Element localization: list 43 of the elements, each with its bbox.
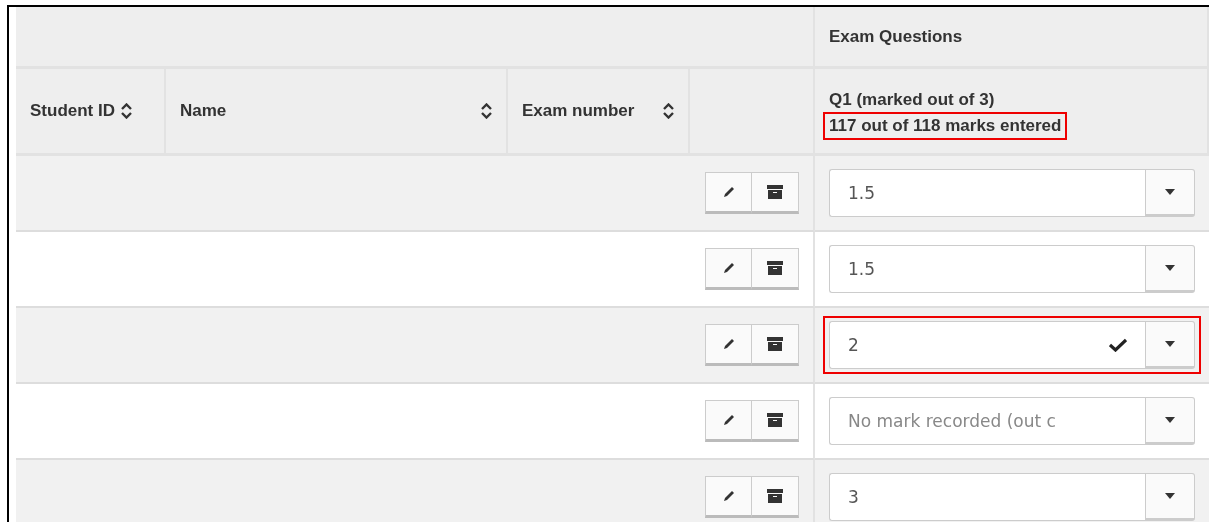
dropdown-button[interactable]	[1145, 169, 1195, 217]
archive-icon	[767, 337, 783, 351]
caret-icon	[1165, 341, 1175, 347]
mark-field[interactable]: 1.5	[829, 245, 1145, 293]
archive-button[interactable]	[752, 172, 799, 214]
caret-icon	[1165, 493, 1175, 499]
pencil-icon	[721, 337, 736, 351]
column-header: Student ID	[30, 101, 115, 121]
column-header: Exam number	[522, 101, 636, 121]
dropdown-button[interactable]	[1145, 473, 1195, 521]
header-cell[interactable]: Name	[166, 69, 508, 156]
archive-icon	[767, 185, 783, 199]
header-cell[interactable]: Student ID	[16, 69, 166, 156]
pencil-icon	[721, 489, 736, 503]
mark-field[interactable]: 2	[829, 321, 1145, 369]
caret-icon	[1165, 417, 1175, 423]
archive-button[interactable]	[752, 324, 799, 366]
mark-field[interactable]: No mark recorded (out c	[829, 397, 1145, 445]
header-cell[interactable]: Exam number	[508, 69, 690, 156]
archive-button[interactable]	[752, 248, 799, 290]
group-header: Exam Questions	[829, 26, 963, 47]
pencil-icon	[721, 185, 736, 199]
archive-icon	[767, 489, 783, 503]
mark-field[interactable]: 3	[829, 473, 1145, 521]
question-title: Q1 (marked out of 3)	[829, 90, 995, 110]
caret-icon	[1165, 189, 1175, 195]
sort-icon[interactable]	[481, 103, 492, 119]
archive-button[interactable]	[752, 476, 799, 518]
caret-icon	[1165, 265, 1175, 271]
archive-icon	[767, 413, 783, 427]
mark-field[interactable]: 1.5	[829, 169, 1145, 217]
pencil-icon	[721, 413, 736, 427]
dropdown-button[interactable]	[1145, 321, 1195, 369]
archive-button[interactable]	[752, 400, 799, 442]
sort-icon[interactable]	[121, 103, 132, 119]
marks-summary: 117 out of 118 marks entered	[823, 112, 1068, 140]
column-header: Name	[180, 101, 228, 121]
dropdown-button[interactable]	[1145, 397, 1195, 445]
dropdown-button[interactable]	[1145, 245, 1195, 293]
archive-icon	[767, 261, 783, 275]
pencil-icon	[721, 261, 736, 275]
sort-icon[interactable]	[663, 103, 674, 119]
check-icon	[1109, 338, 1127, 352]
